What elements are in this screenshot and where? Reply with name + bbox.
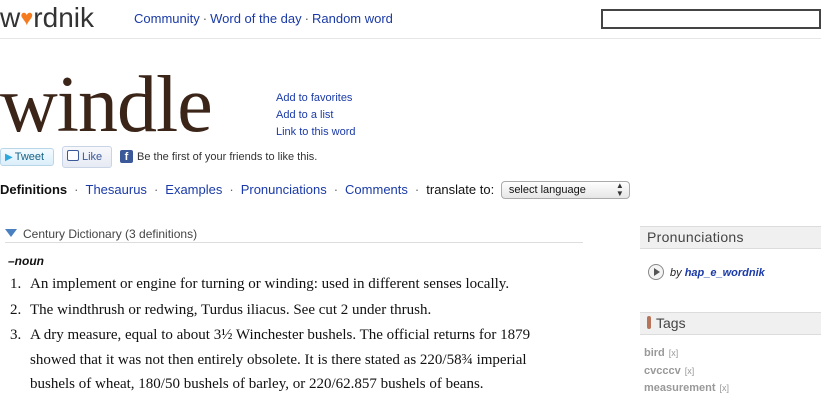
dictionary-source-header[interactable]: Century Dictionary (3 definitions) <box>5 227 583 243</box>
tags-title: Tags <box>656 315 686 331</box>
pronunciations-panel-header: Pronunciations <box>640 226 821 249</box>
logo-text-end: rdnik <box>33 2 94 33</box>
tab-separator: · <box>153 182 159 197</box>
page-title: windle <box>0 61 213 149</box>
select-arrows-icon: ▲ ▼ <box>615 181 624 198</box>
definition-list: 1. An implement or engine for turning or … <box>10 272 570 398</box>
collapse-triangle-icon <box>5 229 17 237</box>
tag-remove-button[interactable]: [x] <box>685 366 695 376</box>
tag-remove-button[interactable]: [x] <box>669 348 679 358</box>
tag-item: bird [x] <box>644 345 729 363</box>
definition-text: A dry measure, equal to about 3½ Winches… <box>30 327 531 392</box>
wordnik-logo[interactable]: w♥rdnik <box>0 2 94 34</box>
tag-name[interactable]: measurement <box>644 382 716 394</box>
add-to-favorites-link[interactable]: Add to favorites <box>276 90 355 107</box>
definition-item: 2. The windthrush or redwing, Turdus ilia… <box>10 298 570 323</box>
definition-text: The windthrush or redwing, Turdus iliacu… <box>30 301 432 318</box>
tab-definitions[interactable]: Definitions <box>0 182 67 197</box>
nav-separator: · <box>202 11 208 26</box>
facebook-like-text: Be the first of your friends to like thi… <box>137 151 318 163</box>
like-thumb-icon <box>67 150 79 161</box>
tab-separator: · <box>414 182 420 197</box>
tab-thesaurus[interactable]: Thesaurus <box>86 182 147 197</box>
like-button[interactable]: Like <box>62 146 112 168</box>
nav-community[interactable]: Community <box>134 11 200 26</box>
tab-examples[interactable]: Examples <box>165 182 222 197</box>
tweet-bird-icon: ▶ <box>5 152 13 163</box>
tag-item: cvcccv [x] <box>644 363 729 381</box>
tag-name[interactable]: cvcccv <box>644 365 681 377</box>
tab-separator: · <box>229 182 234 197</box>
definition-number: 3. <box>10 327 22 343</box>
pronunciation-entry: by hap_e_wordnik <box>648 260 765 280</box>
tweet-label: Tweet <box>14 151 45 163</box>
nav-random-word[interactable]: Random word <box>312 11 393 26</box>
definition-text: An implement or engine for turning or wi… <box>30 276 510 292</box>
play-icon[interactable] <box>648 264 664 280</box>
nav-separator: · <box>304 11 309 26</box>
pronunciation-user-link[interactable]: hap_e_wordnik <box>685 267 765 279</box>
tag-list: bird [x] cvcccv [x] measurement [x] <box>644 345 729 398</box>
definition-item: 3. A dry measure, equal to about 3½ Winch… <box>10 323 570 397</box>
pronunciation-by: by <box>670 267 682 279</box>
tab-separator: · <box>333 182 339 197</box>
translate-label: translate to: <box>426 182 495 197</box>
section-tabs: Definitions · Thesaurus · Examples · Pronuncia… <box>0 180 630 202</box>
nav-word-of-the-day[interactable]: Word of the day <box>210 11 302 26</box>
heart-logo-icon: ♥ <box>20 5 34 30</box>
logo-text-start: w <box>0 2 21 33</box>
tag-remove-button[interactable]: [x] <box>720 383 730 393</box>
language-select[interactable]: select language ▲ ▼ <box>500 181 630 199</box>
like-label: Like <box>82 151 103 163</box>
link-to-word-link[interactable]: Link to this word <box>276 124 355 141</box>
tab-pronunciations[interactable]: Pronunciations <box>241 182 327 197</box>
main-nav: Community · Word of the day · Random word <box>134 11 393 26</box>
definition-number: 1. <box>10 276 22 292</box>
part-of-speech: –noun <box>8 254 44 268</box>
tweet-button[interactable]: ▶ Tweet <box>0 148 54 166</box>
tab-comments[interactable]: Comments <box>345 182 408 197</box>
dictionary-source-title: Century Dictionary (3 definitions) <box>23 227 198 241</box>
tags-panel-header: Tags <box>640 312 821 335</box>
search-input[interactable] <box>601 9 821 29</box>
tag-item: measurement [x] <box>644 380 729 398</box>
top-bar: w♥rdnik Community · Word of the day · Random… <box>0 0 821 39</box>
tag-pin-icon <box>647 316 651 329</box>
add-to-list-link[interactable]: Add to a list <box>276 107 355 124</box>
tag-name[interactable]: bird <box>644 347 665 359</box>
definition-item: 1. An implement or engine for turning or … <box>10 272 570 297</box>
definition-number: 2. <box>10 301 22 318</box>
tab-separator: · <box>74 182 79 197</box>
word-actions: Add to favorites Add to a list Link to t… <box>276 90 355 141</box>
facebook-icon: f <box>120 150 133 163</box>
language-select-value: select language <box>508 184 586 196</box>
